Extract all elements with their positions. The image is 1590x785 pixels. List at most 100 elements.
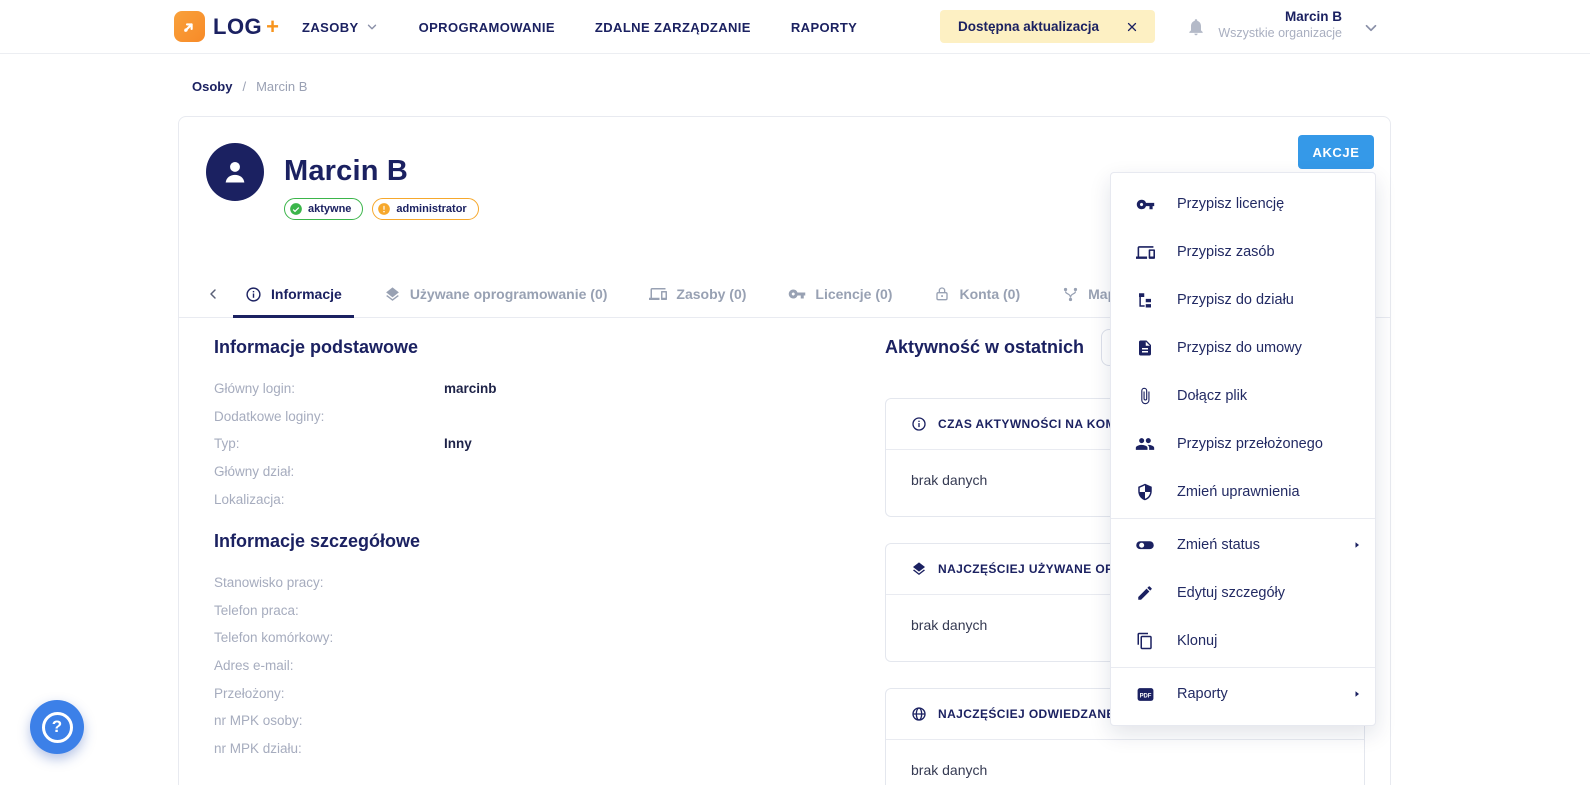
page-title: Marcin B	[284, 155, 408, 188]
tab-label: Zasoby (0)	[676, 286, 746, 302]
menu-item-przypisz-zasob[interactable]: Przypisz zasób	[1111, 228, 1375, 276]
badge-label: administrator	[396, 203, 466, 215]
role-badge-administrator: administrator	[372, 198, 478, 220]
menu-item-label: Przypisz przełożonego	[1177, 436, 1323, 452]
menu-item-przypisz-licencje[interactable]: Przypisz licencję	[1111, 180, 1375, 228]
submenu-arrow-icon	[1351, 688, 1363, 700]
menu-separator	[1111, 518, 1375, 519]
globe-icon	[911, 706, 927, 722]
nav-item-zasoby[interactable]: ZASOBY	[302, 20, 379, 35]
field-row: Adres e-mail:	[214, 652, 854, 680]
menu-item-przypisz-do-dzialu[interactable]: Przypisz do działu	[1111, 276, 1375, 324]
status-badges: aktywne administrator	[284, 198, 479, 220]
akcje-button[interactable]: AKCJE	[1298, 135, 1374, 169]
breadcrumb-osoby-link[interactable]: Osoby	[192, 79, 232, 94]
layers-icon	[911, 561, 927, 577]
layers-icon	[384, 286, 401, 303]
notifications-bell-icon[interactable]	[1186, 17, 1206, 37]
check-circle-icon	[289, 202, 303, 216]
devices-icon	[1135, 243, 1155, 262]
warning-circle-icon	[377, 202, 391, 216]
logo-text: LOG	[213, 14, 262, 40]
field-row: nr MPK działu:	[214, 735, 854, 763]
update-banner-close-button[interactable]	[1123, 18, 1141, 36]
help-button[interactable]: ?	[30, 700, 84, 754]
user-chevron-down-icon[interactable]	[1362, 19, 1380, 37]
pencil-icon	[1135, 584, 1155, 602]
tab-uzywane-oprogramowanie[interactable]: Używane oprogramowanie (0)	[372, 271, 620, 317]
field-label: Lokalizacja:	[214, 492, 444, 507]
menu-item-label: Przypisz do działu	[1177, 292, 1294, 308]
field-label: Główny login:	[214, 381, 444, 396]
field-row: Główny dział:	[214, 458, 854, 486]
breadcrumb: Osoby / Marcin B	[192, 79, 307, 94]
field-row: Typ:Inny	[214, 430, 854, 458]
nav-item-raporty[interactable]: RAPORTY	[791, 20, 857, 35]
field-value: marcinb	[444, 381, 497, 396]
user-name: Marcin B	[1285, 9, 1342, 24]
menu-item-przypisz-do-umowy[interactable]: Przypisz do umowy	[1111, 324, 1375, 372]
tabs-scroll-left-icon[interactable]	[205, 286, 221, 302]
user-organization: Wszystkie organizacje	[1218, 26, 1342, 40]
toggle-icon	[1135, 535, 1155, 555]
people-icon	[1135, 434, 1155, 454]
field-label: Stanowisko pracy:	[214, 575, 444, 590]
field-label: nr MPK działu:	[214, 741, 444, 756]
menu-item-dolacz-plik[interactable]: Dołącz plik	[1111, 372, 1375, 420]
user-menu[interactable]: Marcin B Wszystkie organizacje	[1218, 9, 1342, 40]
hierarchy-icon	[1135, 291, 1155, 309]
menu-item-label: Zmień uprawnienia	[1177, 484, 1300, 500]
tab-licencje[interactable]: Licencje (0)	[776, 271, 904, 317]
tab-konta[interactable]: Konta (0)	[922, 271, 1032, 317]
document-icon	[1135, 339, 1155, 357]
field-label: nr MPK osoby:	[214, 713, 444, 728]
detail-fields: Stanowisko pracy: Telefon praca: Telefon…	[214, 569, 854, 762]
info-icon	[245, 286, 262, 303]
basic-fields: Główny login:marcinb Dodatkowe loginy: T…	[214, 375, 854, 513]
field-label: Dodatkowe loginy:	[214, 409, 444, 424]
status-badge-active: aktywne	[284, 198, 363, 220]
log-plus-app: LOG + ZASOBY OPROGRAMOWANIE ZDALNE ZARZĄ…	[0, 0, 1590, 785]
submenu-arrow-icon	[1351, 539, 1363, 551]
field-row: Stanowisko pracy:	[214, 569, 854, 597]
field-row: Telefon komórkowy:	[214, 624, 854, 652]
tab-informacje[interactable]: Informacje	[233, 271, 354, 317]
menu-item-label: Przypisz licencję	[1177, 196, 1284, 212]
tab-label: Konta (0)	[959, 286, 1020, 302]
update-banner-label: Dostępna aktualizacja	[958, 19, 1099, 34]
menu-item-raporty[interactable]: PDF Raporty	[1111, 670, 1375, 718]
person-icon	[218, 155, 252, 189]
nav-item-oprogramowanie[interactable]: OPROGRAMOWANIE	[419, 20, 555, 35]
tab-zasoby[interactable]: Zasoby (0)	[637, 271, 758, 317]
actions-dropdown-menu: Przypisz licencję Przypisz zasób Przypis…	[1110, 172, 1376, 726]
tabs: Informacje Używane oprogramowanie (0) Za…	[233, 271, 1136, 317]
logo[interactable]: LOG +	[174, 11, 279, 42]
nav-item-zdalne-zarzadzanie[interactable]: ZDALNE ZARZĄDZANIE	[595, 20, 751, 35]
menu-item-edytuj-szczegoly[interactable]: Edytuj szczegóły	[1111, 569, 1375, 617]
field-value: Inny	[444, 436, 472, 451]
key-icon	[788, 285, 806, 303]
lock-icon	[934, 286, 950, 302]
copy-icon	[1135, 632, 1155, 650]
menu-item-label: Przypisz do umowy	[1177, 340, 1302, 356]
nav-label: OPROGRAMOWANIE	[419, 20, 555, 35]
breadcrumb-current: Marcin B	[256, 79, 307, 94]
avatar	[206, 143, 264, 201]
menu-item-klonuj[interactable]: Klonuj	[1111, 617, 1375, 665]
field-row: Przełożony:	[214, 679, 854, 707]
field-row: Telefon praca:	[214, 597, 854, 625]
field-label: Telefon komórkowy:	[214, 630, 444, 645]
field-row: nr MPK osoby:	[214, 707, 854, 735]
info-icon	[911, 416, 927, 432]
tab-label: Informacje	[271, 286, 342, 302]
nav-label: ZDALNE ZARZĄDZANIE	[595, 20, 751, 35]
field-label: Adres e-mail:	[214, 658, 444, 673]
menu-item-zmien-uprawnienia[interactable]: Zmień uprawnienia	[1111, 468, 1375, 516]
activity-card-title: NAJCZĘŚCIEJ ODWIEDZANE ST	[938, 707, 1135, 721]
activity-card-empty: brak danych	[886, 740, 1364, 785]
shield-icon	[1135, 483, 1155, 501]
menu-item-przypisz-przelozonego[interactable]: Przypisz przełożonego	[1111, 420, 1375, 468]
menu-item-zmien-status[interactable]: Zmień status	[1111, 521, 1375, 569]
breadcrumb-separator: /	[242, 79, 246, 94]
close-icon	[1125, 20, 1139, 34]
